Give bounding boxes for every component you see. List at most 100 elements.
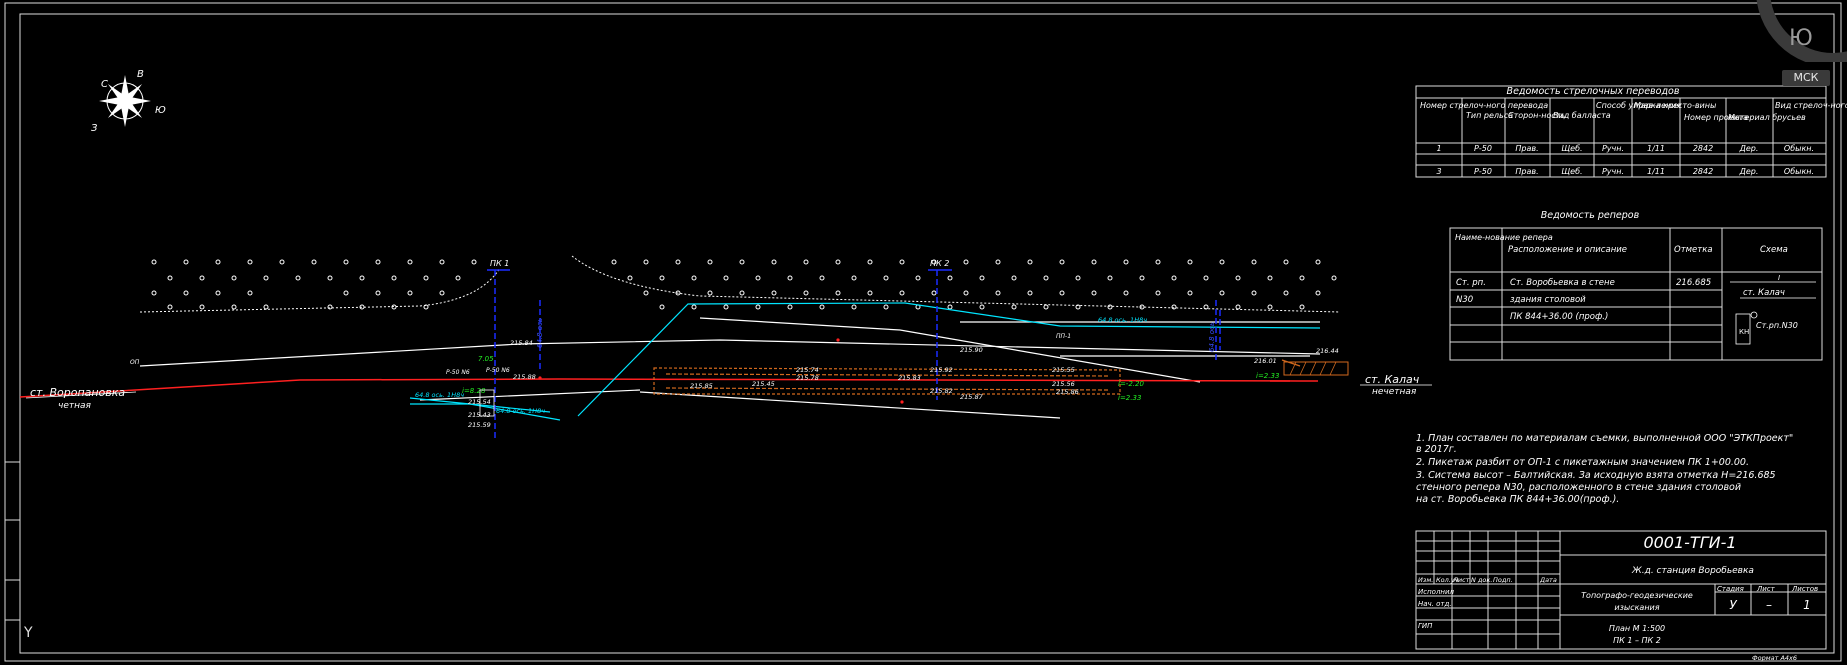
switch-cell: Ручн. [1602,167,1624,176]
viewcube-direction-label[interactable]: Ю [1789,26,1813,51]
elevation: 215.45 [752,380,775,388]
elevation: 215.90 [960,346,983,354]
benchmark-cell: Ст. Воробьевка в стене [1510,278,1615,288]
switch-cell: Дер. [1739,167,1759,176]
switch-cell: Обыкн. [1784,167,1814,176]
scheme-box: КН [1739,328,1749,336]
switch-cell: Прав. [1515,144,1538,153]
side-stamp [5,461,20,621]
cyan-label: 64.8 ось. 1Н8ч [415,391,464,399]
benchmark-header-scheme: Схема [1760,245,1788,255]
elevation: 215.88 [513,373,536,381]
switch-cell: 1/11 [1647,144,1665,153]
blue-label: 64.8 ось [1208,322,1216,352]
elevation: 215.56 [1052,380,1075,388]
benchmark-cell: ПК 844+36.00 (проф.) [1510,312,1608,322]
title-block[interactable]: Изм. Кол.уч Лист N док. Подп. Дата Испол… [1415,530,1827,650]
compass-label-w: З [91,123,98,134]
drawing-scale-line: ПК 1 – ПК 2 [1613,636,1661,645]
switch-cell: Щеб. [1561,167,1582,176]
benchmark-table[interactable]: Ведомость реперов Наиме-нование репера Р… [1449,210,1823,361]
sheet-format: Формат А4х6 [1752,654,1797,662]
drawing-code: 0001-ТГИ-1 [1643,533,1736,552]
switch-cell: Щеб. [1561,144,1582,153]
switch-cell: Дер. [1739,144,1759,153]
switch-table[interactable]: Ведомость стрелочных переводов Номер стр… [1415,85,1847,178]
green-label: 7.05 [478,355,494,363]
elevation: 215.85 [690,382,713,390]
switch-cell: Р-50 [1474,167,1492,176]
elevation: 215.43 [468,411,491,419]
compass-label-e: В [137,69,144,80]
benchmark-cell: N30 [1456,295,1473,305]
sheet-value: – [1766,598,1772,612]
notes: 1. План составлен по материалам съемки, … [1416,433,1793,505]
vegetation-markers-right [611,259,1337,310]
green-label: i=8.28 [462,387,486,395]
switch-header-frog: Марка кресто-вины [1634,101,1716,110]
elevation: 215.82 [930,387,953,395]
elevation: 215.86 [1056,388,1079,396]
role-label: ГИП [1418,622,1433,630]
compass-label-s: Ю [155,105,166,116]
work-type-line: Топографо-геодезические [1581,591,1693,600]
note-line: 3. Система высот – Балтийская. За исходн… [1416,470,1776,481]
compass-label-n: С [101,79,108,90]
switch-cell: 1 [1436,144,1441,153]
note-line: 2. Пикетаж разбит от ОП-1 с пикетажным з… [1416,457,1749,468]
switch-header-ballast: Вид балласта [1553,111,1611,120]
side-label: ОП [130,359,140,366]
scheme-station: ст. Калач [1743,288,1785,298]
blue-label: 64.8 ось [536,318,544,348]
revision-header: Подп. [1493,576,1513,584]
ucs-axis-label: Y [23,625,33,641]
benchmark-table-title: Ведомость реперов [1541,210,1640,221]
note-line: на ст. Воробьевка ПК 844+36.00(проф.). [1416,494,1619,505]
elevation: 215.92 [930,366,953,374]
note-line: стенного репера N30, расположенного в ст… [1416,482,1741,493]
green-label: i=2.33 [1118,394,1141,402]
cyan-label: 64.8 ось. 1Н8ч [496,407,545,415]
drawing-scale-line: План М 1:500 [1609,624,1665,633]
green-label: i=2.33 [1256,372,1279,380]
revision-header: Изм. [1418,576,1433,584]
drawing-canvas[interactable]: Y С В Ю З ПК 1 ПК 2 ст. Воропановка четн… [0,0,1847,665]
switch-header-rail: Тип рельса [1466,111,1513,120]
benchmark-cell: здания столовой [1510,295,1586,305]
plan-drawing[interactable]: ПК 1 ПК 2 ст. Воропановка четная ст. Кал… [19,255,1432,440]
blue-picket-lines [494,270,1221,440]
wcs-menu-button[interactable]: МСК [1782,70,1830,86]
switch-cell: 2842 [1693,144,1713,153]
scheme-mark: I [1778,274,1780,282]
compass-rose-icon: С В Ю З [91,69,166,134]
note-line: в 2017г. [1416,444,1457,455]
cyan-label: 64.8 ось. 1Н8ч [1098,316,1147,324]
embankment-orange [653,359,1301,395]
switch-cell: Р-50 [1474,144,1492,153]
side-label: ПП-1 [1056,333,1071,340]
sheet-value: 1 [1803,598,1811,612]
switch-header-type: Вид стрелоч-ного перевода [1775,101,1847,110]
benchmark-header-elevation: Отметка [1674,245,1713,255]
benchmark-scheme: I ст. Калач КН Ст.рп.N30 [1730,274,1816,345]
side-label: Р-50 N6 [446,369,470,376]
picket-label-2: ПК 2 [930,259,949,268]
revision-header: Лист [1452,576,1470,584]
switch-cell: Ручн. [1602,144,1624,153]
benchmark-cell: Ст. рп. [1456,278,1486,288]
role-label: Исполнил [1418,588,1455,596]
elevation: 216.01 [1254,357,1277,365]
elevation: 216.44 [1316,347,1339,355]
side-label: Р-50 N6 [486,367,510,374]
switch-cell: 2842 [1693,167,1713,176]
note-line: 1. План составлен по материалам съемки, … [1416,433,1793,444]
picket-label-1: ПК 1 [490,259,509,268]
switch-header-number: Номер стрелоч-ного перевода [1420,101,1548,110]
sheet-header: Лист [1756,585,1776,593]
switch-cell: Прав. [1515,167,1538,176]
switch-cell: 1/11 [1647,167,1665,176]
project-name: Ж.д. станция Воробьевка [1631,566,1754,576]
elevation: 215.74 [796,366,819,374]
vegetation-markers-left [151,259,477,310]
revision-header: N док. [1471,576,1492,584]
